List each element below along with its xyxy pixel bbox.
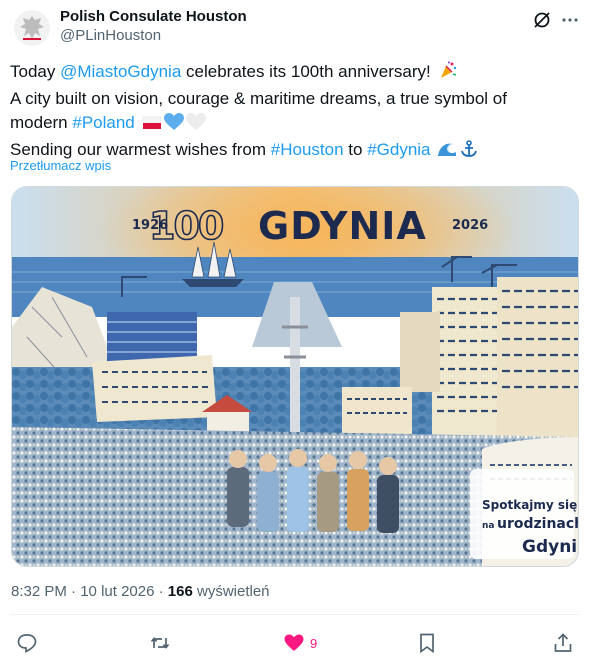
- reply-icon: [17, 634, 37, 653]
- badge-line-2: urodzinach: [497, 516, 578, 532]
- blue-heart-icon: [163, 113, 184, 138]
- logo-city: GDYNIA: [258, 204, 427, 248]
- hashtag-houston-link[interactable]: #Houston: [271, 140, 344, 159]
- author-handle[interactable]: @PLinHouston: [60, 27, 161, 44]
- text-segment: Sending our warmest wishes from: [10, 140, 271, 159]
- share-icon: [554, 633, 572, 652]
- meta-separator: ·: [66, 583, 81, 600]
- repost-icon: [150, 637, 170, 649]
- like-count: 9: [310, 635, 318, 651]
- reply-button[interactable]: [17, 632, 37, 654]
- gdynia-anniversary-illustration: 1926 100 GDYNIA 2026 Spotkajmy się na ur…: [12, 187, 578, 566]
- flag-poland-icon: [142, 114, 162, 138]
- badge-line-3: Gdyni: [522, 537, 577, 557]
- like-button[interactable]: 9: [284, 632, 317, 654]
- text-segment: celebrates its 100th anniversary!: [181, 62, 431, 81]
- divider: [10, 614, 579, 615]
- author-name[interactable]: Polish Consulate Houston: [60, 8, 247, 25]
- translate-link[interactable]: Przetłumacz wpis: [10, 158, 111, 173]
- tweet-image[interactable]: 1926 100 GDYNIA 2026 Spotkajmy się na ur…: [11, 186, 579, 567]
- wave-icon: [437, 140, 457, 165]
- bookmark-button[interactable]: [418, 632, 436, 654]
- party-popper-icon: [438, 60, 458, 87]
- repost-button[interactable]: [150, 632, 170, 654]
- views-count: 166: [167, 583, 193, 600]
- tweet-line-1: Today @MiastoGdynia celebrates its 100th…: [10, 60, 570, 87]
- views-label: wyświetleń: [192, 583, 270, 600]
- share-button[interactable]: [553, 632, 573, 654]
- text-segment: to: [343, 140, 368, 159]
- anchor-icon: [459, 140, 479, 165]
- tweet-line-2: A city built on vision, courage & mariti…: [10, 89, 507, 108]
- badge-small: na: [482, 521, 494, 531]
- hashtag-gdynia-link[interactable]: #Gdynia: [367, 140, 430, 159]
- tweet-line-3: modern #Poland: [10, 111, 570, 138]
- tweet-header: Polish Consulate Houston @PLinHouston: [10, 8, 579, 48]
- polish-eagle-icon: [14, 10, 50, 46]
- mention-link[interactable]: @MiastoGdynia: [60, 62, 181, 81]
- tweet-text: Today @MiastoGdynia celebrates its 100th…: [10, 60, 570, 165]
- more-options-icon[interactable]: [560, 10, 580, 30]
- bookmark-icon: [420, 633, 434, 653]
- hashtag-poland-link[interactable]: #Poland: [72, 113, 134, 132]
- tweet-time[interactable]: 8:32 PM: [11, 583, 67, 600]
- text-segment: Today: [10, 62, 61, 81]
- text-segment: modern: [10, 113, 73, 132]
- tweet-meta: 8:32 PM · 10 lut 2026 · 166 wyświetleń: [11, 583, 270, 600]
- tweet-date[interactable]: 10 lut 2026: [80, 583, 154, 600]
- grok-icon[interactable]: [532, 10, 552, 30]
- year-right: 2026: [452, 218, 488, 233]
- badge-line-1: Spotkajmy się: [482, 498, 577, 512]
- heart-icon: [284, 634, 304, 651]
- meta-separator: ·: [154, 583, 168, 600]
- white-heart-icon: [185, 113, 206, 138]
- logo-number: 100: [149, 204, 223, 248]
- avatar[interactable]: [14, 10, 50, 46]
